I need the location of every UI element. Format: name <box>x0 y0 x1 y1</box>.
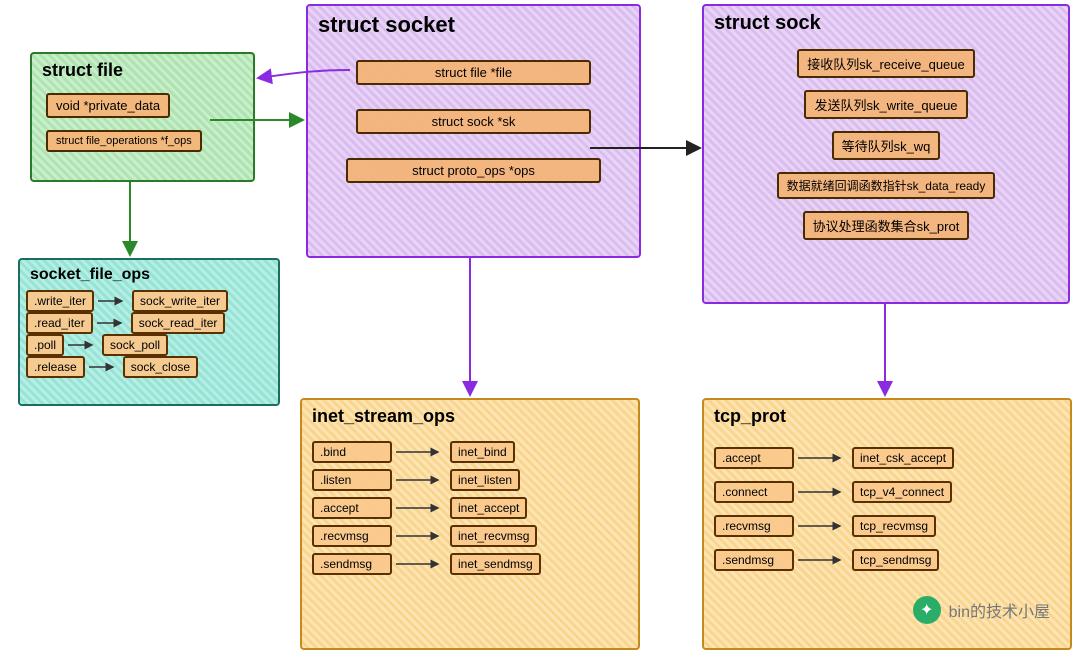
ops-val: tcp_sendmsg <box>852 549 939 571</box>
struct-socket-field: struct file *file <box>356 60 591 85</box>
tcp-prot-title: tcp_prot <box>704 400 1070 433</box>
ops-val: sock_close <box>123 356 198 378</box>
ops-map-row: .listen inet_listen <box>312 469 628 491</box>
struct-file-field: struct file_operations *f_ops <box>46 130 202 152</box>
struct-file-title: struct file <box>32 54 253 87</box>
struct-sock-field: 协议处理函数集合sk_prot <box>803 211 970 240</box>
struct-sock-title: struct sock <box>704 6 1068 41</box>
ops-key: .release <box>26 356 85 378</box>
ops-key: .connect <box>714 481 794 503</box>
struct-sock-field: 接收队列sk_receive_queue <box>797 49 975 78</box>
socket-file-ops-title: socket_file_ops <box>20 260 278 290</box>
ops-val: tcp_v4_connect <box>852 481 952 503</box>
ops-key: .sendmsg <box>312 553 392 575</box>
ops-map-row: .sendmsg tcp_sendmsg <box>714 549 1060 571</box>
ops-key: .sendmsg <box>714 549 794 571</box>
ops-map-row: .accept inet_accept <box>312 497 628 519</box>
ops-val: inet_sendmsg <box>450 553 541 575</box>
ops-val: sock_read_iter <box>131 312 226 334</box>
struct-socket-box: struct socket struct file *file struct s… <box>306 4 641 258</box>
ops-key: .accept <box>312 497 392 519</box>
ops-key: .recvmsg <box>312 525 392 547</box>
wechat-icon: ✦ <box>913 596 941 624</box>
struct-socket-title: struct socket <box>308 6 639 44</box>
inet-stream-ops-box: inet_stream_ops .bind inet_bind .listen … <box>300 398 640 650</box>
ops-val: inet_bind <box>450 441 515 463</box>
ops-val: inet_listen <box>450 469 520 491</box>
ops-map-row: .accept inet_csk_accept <box>714 447 1060 469</box>
struct-sock-field: 发送队列sk_write_queue <box>804 90 967 119</box>
watermark-text: bin的技术小屋 <box>949 598 1050 622</box>
ops-key: .bind <box>312 441 392 463</box>
ops-map-row: .release sock_close <box>26 356 272 378</box>
ops-map-row: .write_iter sock_write_iter <box>26 290 272 312</box>
ops-map-row: .read_iter sock_read_iter <box>26 312 272 334</box>
ops-map-row: .recvmsg tcp_recvmsg <box>714 515 1060 537</box>
ops-val: sock_poll <box>102 334 168 356</box>
socket-file-ops-box: socket_file_ops .write_iter sock_write_i… <box>18 258 280 406</box>
struct-file-field: void *private_data <box>46 93 170 118</box>
ops-val: sock_write_iter <box>132 290 228 312</box>
ops-key: .listen <box>312 469 392 491</box>
struct-socket-field: struct proto_ops *ops <box>346 158 601 183</box>
ops-map-row: .poll sock_poll <box>26 334 272 356</box>
ops-map-row: .sendmsg inet_sendmsg <box>312 553 628 575</box>
ops-map-row: .connect tcp_v4_connect <box>714 481 1060 503</box>
inet-stream-ops-title: inet_stream_ops <box>302 400 638 433</box>
ops-key: .read_iter <box>26 312 93 334</box>
struct-file-box: struct file void *private_data struct fi… <box>30 52 255 182</box>
ops-key: .recvmsg <box>714 515 794 537</box>
ops-val: inet_csk_accept <box>852 447 954 469</box>
ops-map-row: .bind inet_bind <box>312 441 628 463</box>
watermark: ✦ bin的技术小屋 <box>913 596 1050 624</box>
ops-key: .poll <box>26 334 64 356</box>
ops-key: .write_iter <box>26 290 94 312</box>
ops-val: tcp_recvmsg <box>852 515 936 537</box>
struct-socket-field: struct sock *sk <box>356 109 591 134</box>
struct-sock-field: 数据就绪回调函数指针sk_data_ready <box>777 172 996 199</box>
ops-val: inet_recvmsg <box>450 525 537 547</box>
struct-sock-field: 等待队列sk_wq <box>832 131 941 160</box>
struct-sock-box: struct sock 接收队列sk_receive_queue 发送队列sk_… <box>702 4 1070 304</box>
ops-val: inet_accept <box>450 497 527 519</box>
ops-key: .accept <box>714 447 794 469</box>
ops-map-row: .recvmsg inet_recvmsg <box>312 525 628 547</box>
